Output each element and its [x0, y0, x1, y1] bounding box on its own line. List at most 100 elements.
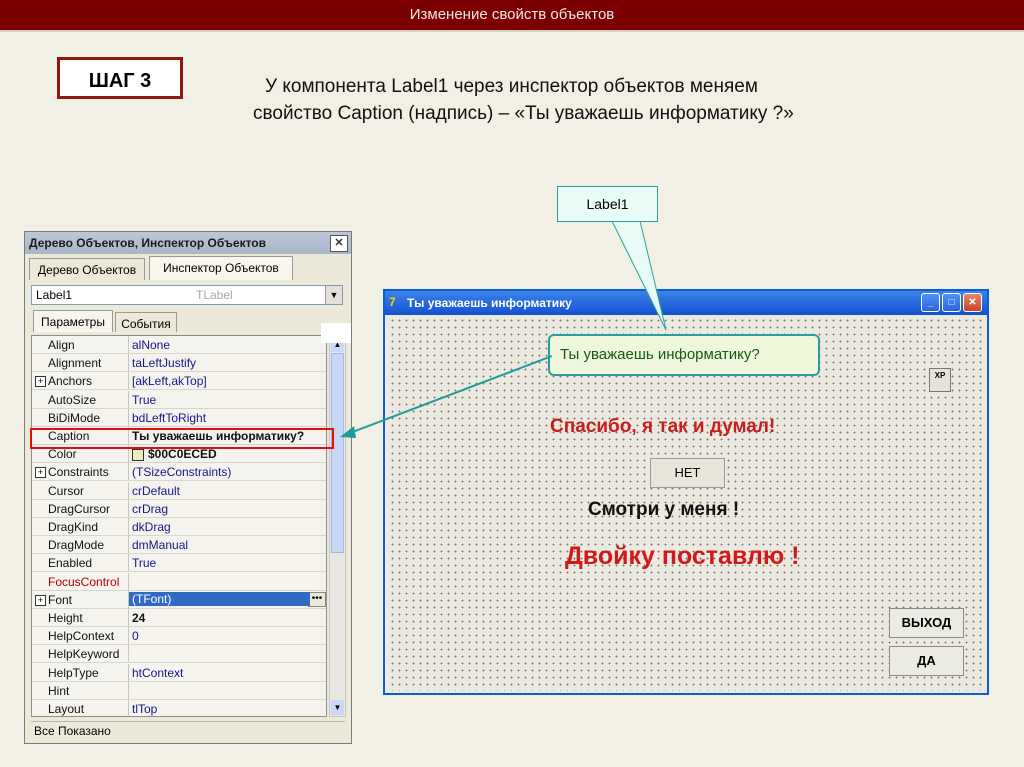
- property-value[interactable]: crDrag: [132, 502, 168, 516]
- column-separator: [128, 645, 129, 663]
- property-row-focuscontrol[interactable]: FocusControl: [32, 572, 326, 591]
- property-value[interactable]: dkDrag: [132, 520, 171, 534]
- property-row-anchors[interactable]: + Anchors [akLeft,akTop]: [32, 372, 326, 391]
- property-value[interactable]: 24: [132, 611, 145, 625]
- property-name: Anchors: [48, 374, 93, 389]
- component-type: TLabel: [196, 288, 233, 302]
- property-name: DragKind: [48, 520, 99, 534]
- property-value[interactable]: bdLeftToRight: [132, 411, 206, 425]
- property-name: BiDiMode: [48, 410, 101, 425]
- property-row-bidimode[interactable]: BiDiMode bdLeftToRight: [32, 408, 326, 427]
- property-name: Alignment: [48, 356, 102, 371]
- column-separator: [128, 536, 129, 554]
- column-separator: [128, 336, 129, 353]
- property-value[interactable]: tlTop: [132, 702, 157, 716]
- property-name: DragMode: [48, 538, 105, 553]
- property-grid: Align alNone Alignment taLeftJustify + Anchor…: [31, 335, 327, 717]
- chevron-down-icon[interactable]: ▼: [325, 286, 342, 304]
- property-value[interactable]: alNone: [132, 338, 170, 352]
- column-separator: [128, 572, 129, 590]
- property-value[interactable]: 0: [132, 629, 139, 643]
- property-row-dragmode[interactable]: DragMode dmManual: [32, 536, 326, 555]
- property-row-hint[interactable]: Hint: [32, 681, 326, 700]
- column-separator: [128, 554, 129, 572]
- exit-button[interactable]: ВЫХОД: [889, 608, 964, 638]
- property-row-dragkind[interactable]: DragKind dkDrag: [32, 518, 326, 536]
- property-name: HelpType: [48, 665, 99, 680]
- column-separator: [128, 681, 129, 699]
- property-value[interactable]: True: [132, 393, 156, 407]
- maximize-icon[interactable]: □: [942, 293, 961, 312]
- property-value[interactable]: crDefault: [132, 484, 180, 498]
- property-row-alignment[interactable]: Alignment taLeftJustify: [32, 354, 326, 373]
- scroll-thumb[interactable]: [331, 353, 344, 553]
- expand-icon[interactable]: +: [35, 376, 46, 388]
- scroll-down-icon[interactable]: ▼: [331, 700, 344, 715]
- property-name: HelpContext: [48, 629, 115, 644]
- property-scrollbar[interactable]: ▲ ▼: [329, 335, 346, 717]
- property-row-layout[interactable]: Layout tlTop: [32, 700, 326, 716]
- property-name: Color: [48, 447, 77, 462]
- inspector-title: Дерево Объектов, Инспектор Объектов: [29, 236, 266, 250]
- property-value[interactable]: [akLeft,akTop]: [132, 374, 207, 388]
- no-button[interactable]: НЕТ: [650, 458, 725, 488]
- property-value[interactable]: $00C0ECED: [148, 447, 217, 461]
- property-row-helpkeyword[interactable]: HelpKeyword: [32, 645, 326, 664]
- ellipsis-button[interactable]: •••: [308, 591, 326, 607]
- property-row-cursor[interactable]: Cursor crDefault: [32, 481, 326, 500]
- thanks-label: Спасибо, я так и думал!: [550, 416, 776, 437]
- xp-manifest-icon[interactable]: XP: [929, 368, 951, 392]
- component-selector[interactable]: Label1 TLabel ▼: [31, 285, 343, 305]
- property-row-helpcontext[interactable]: HelpContext 0: [32, 627, 326, 646]
- label1-component[interactable]: Ты уважаешь информатику?: [548, 334, 820, 376]
- grade-label: Двойку поставлю !: [565, 542, 800, 570]
- column-separator: [128, 518, 129, 535]
- property-name: Cursor: [48, 483, 85, 498]
- column-separator: [128, 354, 129, 372]
- component-name: Label1: [36, 288, 73, 302]
- column-separator: [128, 481, 129, 499]
- property-row-autosize[interactable]: AutoSize True: [32, 390, 326, 409]
- property-name: AutoSize: [48, 392, 97, 407]
- blank-area: [321, 323, 351, 343]
- column-separator: [128, 609, 129, 626]
- property-value[interactable]: htContext: [132, 666, 183, 680]
- property-value[interactable]: taLeftJustify: [132, 356, 196, 370]
- property-value[interactable]: True: [132, 556, 156, 570]
- property-name: HelpKeyword: [48, 647, 120, 662]
- property-row-font[interactable]: + Font ••• (TFont): [32, 590, 326, 609]
- property-value[interactable]: (TSizeConstraints): [132, 465, 231, 479]
- inspector-titlebar: Дерево Объектов, Инспектор Объектов ✕: [25, 232, 351, 254]
- yes-button[interactable]: ДА: [889, 646, 964, 676]
- property-row-helptype[interactable]: HelpType htContext: [32, 663, 326, 682]
- close-icon[interactable]: ✕: [963, 293, 982, 312]
- tab-object-inspector[interactable]: Инспектор Объектов: [149, 256, 293, 280]
- header-divider: [0, 30, 1024, 32]
- property-row-height[interactable]: Height 24: [32, 609, 326, 627]
- minimize-icon[interactable]: _: [921, 293, 940, 312]
- property-name: Font: [48, 592, 73, 607]
- property-name: Enabled: [48, 556, 93, 571]
- property-value[interactable]: dmManual: [132, 538, 188, 552]
- expand-icon[interactable]: +: [35, 594, 46, 606]
- property-name: Constraints: [48, 465, 109, 480]
- description-line-2: свойство Caption (надпись) – «Ты уважаеш…: [253, 103, 794, 124]
- form-titlebar: 7 Ты уважаешь информатику _ □ ✕: [385, 291, 987, 315]
- tab-events[interactable]: События: [115, 312, 177, 332]
- tab-object-tree[interactable]: Дерево Объектов: [29, 258, 145, 280]
- property-row-constraints[interactable]: + Constraints (TSizeConstraints): [32, 463, 326, 482]
- inspector-status: Все Показано: [31, 721, 345, 739]
- delphi-app-icon: 7: [389, 295, 396, 309]
- slide-header: Изменение свойств объектов: [0, 0, 1024, 30]
- property-name: FocusControl: [48, 574, 120, 589]
- caption-highlight-box: [30, 428, 334, 449]
- property-row-enabled[interactable]: Enabled True: [32, 554, 326, 573]
- expand-icon[interactable]: +: [35, 467, 46, 479]
- inspector-close-icon[interactable]: ✕: [330, 235, 348, 252]
- description-line-1: У компонента Label1 через инспектор объе…: [265, 76, 758, 97]
- column-separator: [128, 700, 129, 716]
- property-row-align[interactable]: Align alNone: [32, 336, 326, 354]
- tab-properties[interactable]: Параметры: [33, 310, 113, 332]
- property-row-dragcursor[interactable]: DragCursor crDrag: [32, 499, 326, 518]
- property-value[interactable]: (TFont): [129, 591, 310, 606]
